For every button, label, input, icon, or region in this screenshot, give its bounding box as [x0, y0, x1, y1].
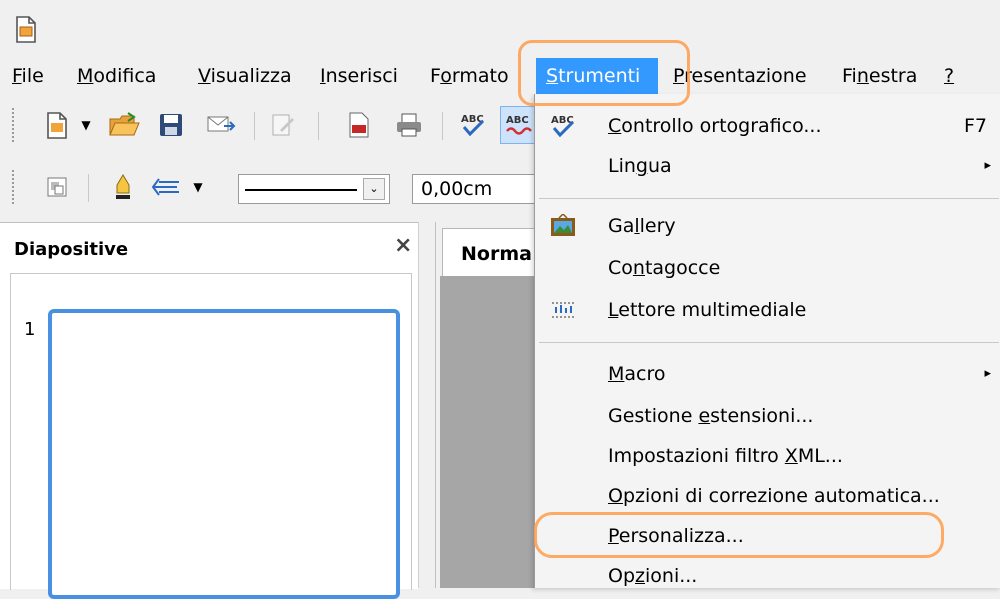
submenu-arrow-icon: ▸ — [984, 158, 991, 173]
menu-item-label: Opzioni... — [608, 565, 698, 587]
email-document-icon[interactable] — [204, 108, 238, 142]
menu-item-gallery[interactable]: Gallery — [535, 206, 1000, 246]
slide-number: 1 — [24, 319, 36, 340]
panel-splitter[interactable] — [418, 222, 436, 588]
strumenti-dropdown-menu: ABC Controllo ortografico... F7 Lingua ▸… — [534, 94, 1000, 588]
menu-item-opzioni[interactable]: Opzioni... — [535, 556, 1000, 596]
chevron-down-icon[interactable]: ⌄ — [363, 178, 385, 200]
line-width-value: 0,00cm — [421, 178, 493, 200]
toolbar-grip[interactable] — [12, 170, 17, 204]
edit-file-icon[interactable] — [266, 108, 300, 142]
menu-item-label: Impostazioni filtro XML... — [608, 445, 843, 467]
arrow-style-dropdown-icon[interactable]: ▼ — [190, 170, 206, 204]
menu-item-opzioni-correzione-automatica[interactable]: Opzioni di correzione automatica... — [535, 476, 1000, 516]
menu-item-label: Gallery — [608, 215, 676, 237]
toolbar-separator — [88, 174, 89, 202]
menu-bar: File Modifica Visualizza Inserisci Forma… — [0, 58, 1000, 94]
toolbar-separator — [442, 112, 443, 140]
export-pdf-icon[interactable] — [342, 108, 376, 142]
menu-item-lingua[interactable]: Lingua ▸ — [535, 146, 1000, 186]
svg-text:ABC: ABC — [506, 115, 529, 126]
slides-panel: Diapositive × 1 — [0, 222, 418, 599]
arrow-style-icon[interactable] — [148, 170, 184, 204]
slides-panel-title: Diapositive — [14, 239, 129, 260]
toolbar-separator — [318, 112, 319, 140]
slide-layout-icon[interactable] — [40, 170, 74, 204]
line-style-select[interactable]: ⌄ — [238, 174, 390, 204]
menu-help[interactable]: ? — [944, 58, 954, 94]
line-fill-toolbar: ▼ ⌄ 0,00cm — [0, 160, 540, 216]
menu-item-label: Gestione estensioni... — [608, 405, 814, 427]
gallery-icon — [549, 212, 577, 240]
spellcheck-icon: ABC — [549, 112, 577, 140]
toolbar-grip[interactable] — [12, 108, 17, 142]
menu-item-gestione-estensioni[interactable]: Gestione estensioni... — [535, 396, 1000, 436]
menu-item-label: Macro — [608, 363, 666, 385]
print-icon[interactable] — [392, 108, 426, 142]
spelling-icon[interactable]: ABC — [456, 108, 490, 142]
new-dropdown-arrow-icon[interactable]: ▼ — [78, 108, 94, 142]
shortcut-label: F7 — [963, 115, 987, 137]
menu-item-impostazioni-filtro-xml[interactable]: Impostazioni filtro XML... — [535, 436, 1000, 476]
media-player-icon — [549, 296, 577, 324]
menu-item-controllo-ortografico[interactable]: ABC Controllo ortografico... F7 — [535, 106, 1000, 146]
menu-presentazione[interactable]: Presentazione — [673, 58, 807, 94]
title-bar — [0, 0, 1000, 58]
menu-separator — [539, 198, 999, 199]
auto-spellcheck-icon[interactable]: ABC — [500, 106, 536, 144]
menu-item-label: Controllo ortografico... — [608, 115, 822, 137]
standard-toolbar: ▼ ABC ABC — [0, 96, 540, 156]
menu-item-personalizza[interactable]: Personalizza... — [535, 516, 1000, 556]
menu-item-label: Contagocce — [608, 257, 721, 279]
menu-separator — [539, 342, 999, 343]
slide-thumbnail[interactable] — [48, 309, 400, 599]
menu-item-label: Opzioni di correzione automatica... — [608, 485, 940, 507]
menu-strumenti[interactable]: Strumenti — [536, 58, 658, 94]
close-icon[interactable]: × — [394, 233, 412, 258]
new-document-icon[interactable] — [40, 108, 74, 142]
menu-inserisci[interactable]: Inserisci — [320, 58, 398, 94]
line-pen-icon[interactable] — [106, 170, 140, 204]
menu-visualizza[interactable]: Visualizza — [198, 58, 292, 94]
menu-item-contagocce[interactable]: Contagocce — [535, 248, 1000, 288]
menu-file[interactable]: File — [12, 58, 44, 94]
menu-item-label: Personalizza... — [608, 525, 744, 547]
menu-item-lettore-multimediale[interactable]: Lettore multimediale — [535, 290, 1000, 330]
menu-formato[interactable]: Formato — [430, 58, 509, 94]
line-width-field[interactable]: 0,00cm — [412, 174, 540, 204]
open-folder-icon[interactable] — [106, 108, 142, 142]
save-icon[interactable] — [154, 108, 188, 142]
impress-app-icon[interactable] — [14, 14, 38, 44]
menu-item-label: Lettore multimediale — [608, 299, 807, 321]
menu-modifica[interactable]: Modifica — [77, 58, 156, 94]
menu-item-label: Lingua — [608, 155, 672, 177]
menu-finestra[interactable]: Finestra — [842, 58, 917, 94]
menu-item-macro[interactable]: Macro ▸ — [535, 354, 1000, 394]
solid-line-preview — [245, 189, 357, 191]
toolbar-separator — [254, 112, 255, 140]
submenu-arrow-icon: ▸ — [984, 366, 991, 381]
